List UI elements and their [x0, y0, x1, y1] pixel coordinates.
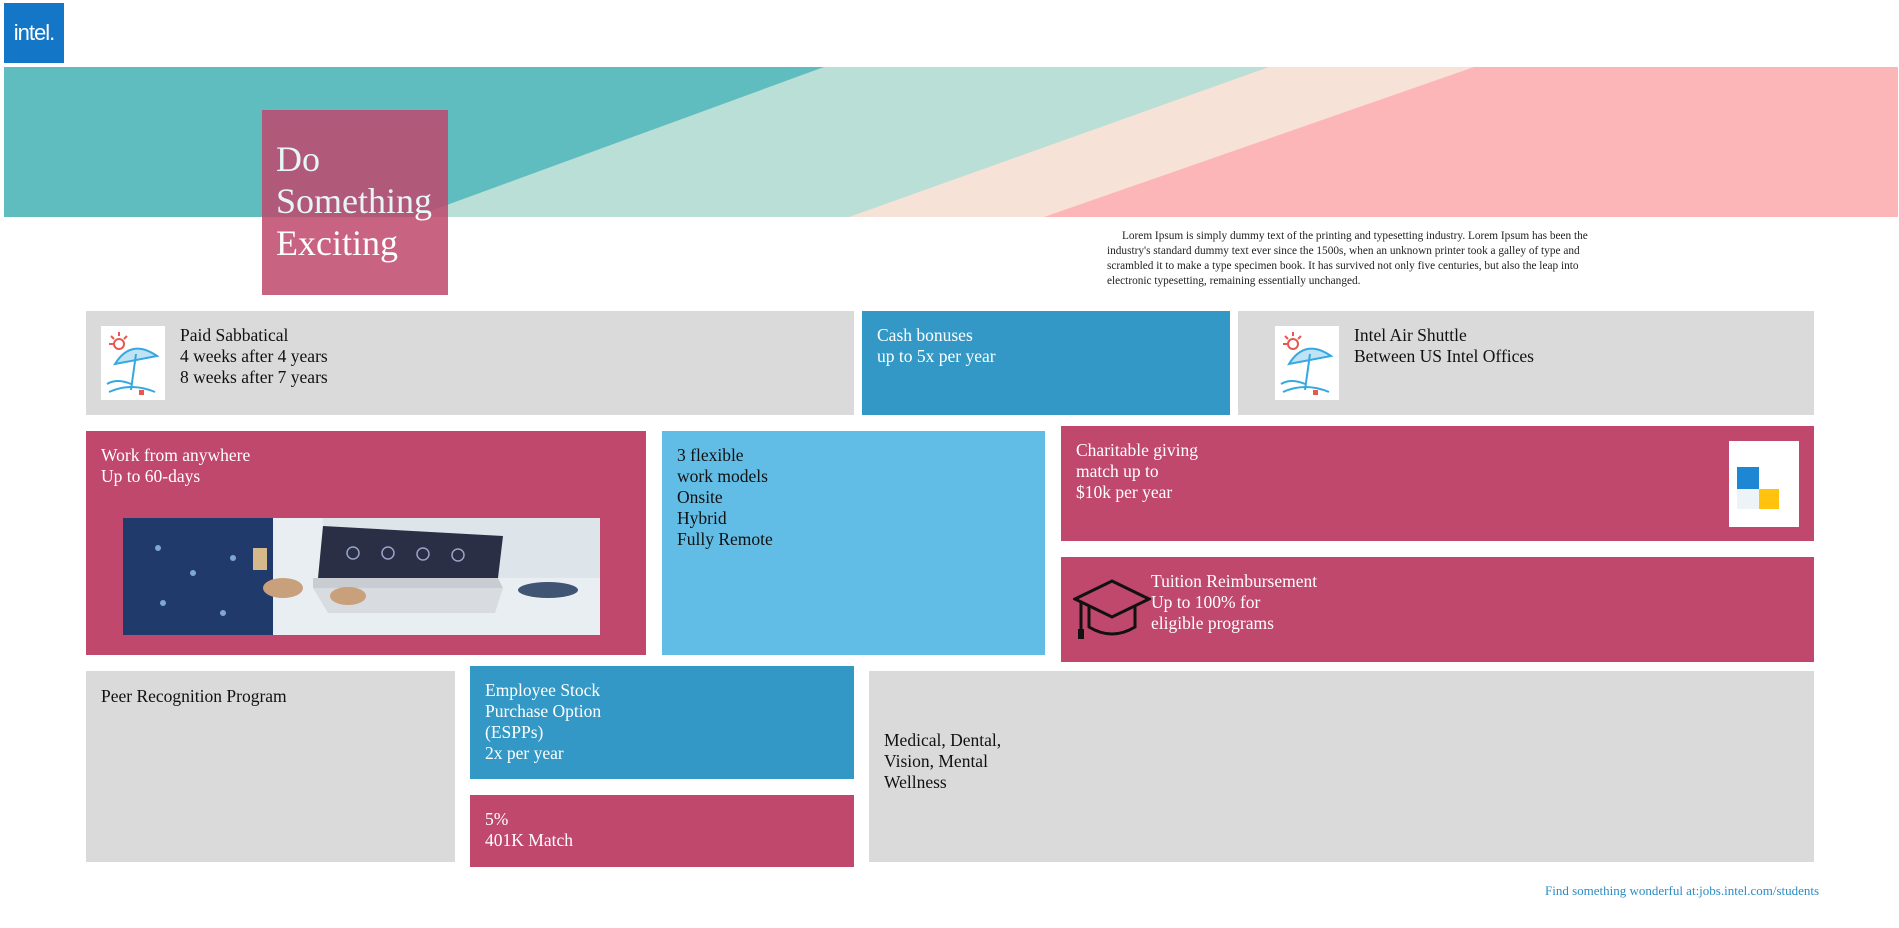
peer-line-1: Peer Recognition Program	[101, 686, 287, 706]
flexible-line-2: work models	[677, 466, 768, 486]
tile-espp: Employee Stock Purchase Option (ESPPs) 2…	[470, 666, 854, 779]
match401k-line-1: 5%	[485, 809, 509, 829]
cash-line-2: up to 5x per year	[877, 346, 996, 366]
tile-cash-bonuses: Cash bonuses up to 5x per year	[862, 311, 1230, 415]
tile-peer-recognition: Peer Recognition Program	[86, 671, 455, 862]
sabbatical-line-2: 4 weeks after 4 years	[180, 346, 328, 366]
headline-line-2: Something	[276, 181, 433, 221]
graduation-cap-icon	[1071, 577, 1153, 645]
work-anywhere-line-1: Work from anywhere	[101, 445, 251, 465]
espp-line-2: Purchase Option	[485, 701, 602, 721]
work-anywhere-line-2: Up to 60-days	[101, 466, 201, 486]
charitable-line-3: $10k per year	[1076, 482, 1173, 502]
headline-box: Do Something Exciting	[262, 110, 448, 295]
person-on-laptop-photo	[123, 518, 600, 635]
tile-medical-wellness: Medical, Dental, Vision, Mental Wellness	[869, 671, 1814, 862]
tile-flexible-work-models: 3 flexible work models Onsite Hybrid Ful…	[662, 431, 1045, 655]
headline-line-3: Exciting	[276, 223, 398, 263]
flexible-line-3: Onsite	[677, 487, 723, 507]
tuition-line-1: Tuition Reimbursement	[1151, 571, 1318, 591]
intro-paragraph: Lorem Ipsum is simply dummy text of the …	[1107, 230, 1588, 287]
sabbatical-line-1: Paid Sabbatical	[180, 325, 289, 345]
espp-line-1: Employee Stock	[485, 680, 601, 700]
tuition-line-2: Up to 100% for	[1151, 592, 1261, 612]
espp-line-4: 2x per year	[485, 743, 564, 763]
shuttle-line-2: Between US Intel Offices	[1354, 346, 1534, 366]
charitable-line-1: Charitable giving	[1076, 440, 1198, 460]
flexible-line-5: Fully Remote	[677, 529, 773, 549]
medical-line-1: Medical, Dental,	[884, 730, 1002, 750]
match401k-line-2: 401K Match	[485, 830, 573, 850]
headline-line-1: Do	[276, 139, 320, 179]
medical-line-3: Wellness	[884, 772, 947, 792]
charitable-line-2: match up to	[1076, 461, 1159, 481]
tile-intel-air-shuttle: Intel Air Shuttle Between US Intel Offic…	[1238, 311, 1814, 415]
tile-tuition-reimbursement: Tuition Reimbursement Up to 100% for eli…	[1061, 557, 1814, 662]
medical-line-2: Vision, Mental	[884, 751, 988, 771]
flexible-line-1: 3 flexible	[677, 445, 744, 465]
tile-charitable-giving: Charitable giving match up to $10k per y…	[1061, 426, 1814, 541]
tile-paid-sabbatical: Paid Sabbatical 4 weeks after 4 years 8 …	[86, 311, 854, 415]
tile-work-from-anywhere: Work from anywhere Up to 60-days	[86, 431, 646, 655]
beach-umbrella-icon	[101, 326, 165, 400]
beach-umbrella-icon	[1275, 326, 1339, 400]
shuttle-line-1: Intel Air Shuttle	[1354, 325, 1467, 345]
tile-401k-match: 5% 401K Match	[470, 795, 854, 867]
footer-link[interactable]: Find something wonderful at:jobs.intel.c…	[1545, 883, 1819, 899]
intel-logo[interactable]: intel.	[4, 3, 64, 63]
squares-icon	[1729, 441, 1799, 527]
sabbatical-line-3: 8 weeks after 7 years	[180, 367, 328, 387]
logo-text: intel.	[13, 20, 55, 45]
cash-line-1: Cash bonuses	[877, 325, 973, 345]
flexible-line-4: Hybrid	[677, 508, 727, 528]
espp-line-3: (ESPPs)	[485, 722, 544, 742]
tuition-line-3: eligible programs	[1151, 613, 1274, 633]
